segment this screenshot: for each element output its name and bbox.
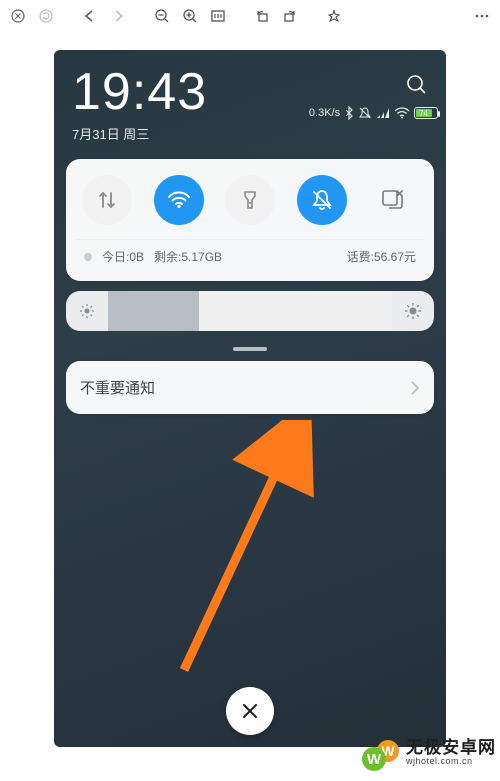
phone-screen: 19:43 7月31日 周三 0.3K/s	[54, 50, 446, 747]
rotate-left-icon[interactable]	[252, 6, 272, 26]
battery-percent: 74	[419, 109, 428, 118]
highlight-icon[interactable]	[324, 6, 344, 26]
more-icon[interactable]	[472, 6, 492, 26]
watermark-en: wjhotel.com.cn	[406, 757, 496, 767]
quick-settings-panel: 今日:0B 剩余:5.17GB 话费:56.67元	[66, 159, 434, 281]
usage-today: 今日:0B	[102, 248, 144, 265]
mobile-data-toggle[interactable]	[82, 175, 132, 225]
usage-balance: 话费:56.67元	[347, 248, 416, 265]
zoom-out-icon[interactable]	[152, 6, 172, 26]
rotate-right-icon[interactable]	[280, 6, 300, 26]
refresh-icon[interactable]	[36, 6, 56, 26]
signal-icon	[376, 106, 390, 120]
panel-drag-handle[interactable]	[233, 347, 267, 351]
chevron-right-icon	[410, 380, 420, 396]
wifi-icon	[394, 106, 410, 120]
screenshot-viewport: 19:43 7月31日 周三 0.3K/s	[0, 32, 500, 781]
brightness-high-icon	[392, 291, 434, 331]
clock-time: 19:43	[72, 66, 207, 118]
annotation-arrow	[164, 420, 324, 680]
flashlight-toggle[interactable]	[225, 175, 275, 225]
actual-size-icon[interactable]	[208, 6, 228, 26]
unimportant-notifications-row[interactable]: 不重要通知	[66, 361, 434, 414]
status-area: 19:43 7月31日 周三 0.3K/s	[54, 50, 446, 147]
zoom-in-icon[interactable]	[180, 6, 200, 26]
bluetooth-icon	[344, 106, 354, 120]
watermark-cn: 无极安卓网	[406, 739, 496, 758]
brightness-low-icon	[66, 291, 108, 331]
forward-icon[interactable]	[108, 6, 128, 26]
notification-label: 不重要通知	[80, 377, 155, 398]
screenshot-toggle[interactable]	[368, 175, 418, 225]
brightness-fill	[108, 291, 199, 331]
watermark-logo-icon: W W	[360, 733, 400, 773]
usage-remaining: 剩余:5.17GB	[154, 248, 222, 265]
network-speed: 0.3K/s	[309, 107, 340, 119]
brightness-slider[interactable]	[66, 291, 434, 331]
clear-notifications-button[interactable]	[226, 687, 274, 735]
search-icon[interactable]	[404, 72, 428, 96]
data-usage-row[interactable]: 今日:0B 剩余:5.17GB 话费:56.67元	[76, 240, 424, 271]
battery-indicator: 74	[414, 107, 428, 119]
image-viewer-toolbar	[0, 0, 500, 32]
brightness-track	[108, 291, 392, 331]
watermark: W W 无极安卓网 wjhotel.com.cn	[360, 733, 496, 773]
usage-dot-icon	[84, 253, 92, 261]
clock-date: 7月31日 周三	[72, 124, 207, 143]
svg-text:W: W	[367, 751, 382, 768]
wifi-toggle[interactable]	[154, 175, 204, 225]
close-icon[interactable]	[8, 6, 28, 26]
silent-icon	[358, 106, 372, 120]
mute-notifications-toggle[interactable]	[297, 175, 347, 225]
back-icon[interactable]	[80, 6, 100, 26]
